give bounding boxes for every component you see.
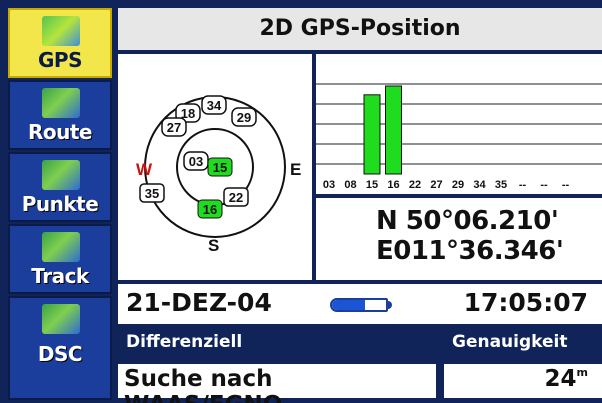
- signal-bar-15: [363, 94, 381, 175]
- signal-label: 35: [495, 179, 507, 191]
- satellite-34: 34: [201, 95, 227, 115]
- signal-label: 03: [323, 179, 335, 191]
- sidebar-item-label: DSC: [37, 342, 83, 366]
- dsc-icon: [42, 304, 80, 334]
- satellite-16: 16: [197, 199, 223, 219]
- signal-bar-16: [385, 85, 402, 175]
- signal-strength-panel: 03 08 15 16 22 27 29 34 35 -- -- --: [316, 54, 602, 194]
- signal-label: 16: [387, 179, 399, 191]
- skyview-plot: E S W 34 29 18 27 03 15 35 22 16: [136, 95, 301, 255]
- east-label: E: [290, 160, 301, 179]
- signal-label: --: [562, 179, 570, 191]
- sidebar-item-gps[interactable]: GPS: [8, 8, 112, 78]
- west-label: W: [136, 160, 153, 179]
- satellite-35: 35: [139, 183, 165, 203]
- route-icon: [42, 88, 80, 118]
- signal-strength-chart: 03 08 15 16 22 27 29 34 35 -- -- --: [316, 83, 602, 191]
- svg-text:35: 35: [145, 186, 159, 201]
- sidebar-item-track[interactable]: Track: [8, 224, 112, 294]
- sidebar-item-punkte[interactable]: Punkte: [8, 152, 112, 222]
- signal-label: 27: [430, 179, 442, 191]
- svg-text:27: 27: [167, 120, 181, 135]
- sidebar-item-label: Track: [31, 264, 89, 288]
- sidebar-item-label: Punkte: [21, 192, 99, 216]
- status-bar: 21-DEZ-04 17:05:07: [118, 284, 602, 324]
- longitude: E011°36.346': [376, 236, 564, 266]
- signal-label: 22: [409, 179, 421, 191]
- svg-text:22: 22: [229, 190, 243, 205]
- waypoints-icon: [42, 160, 80, 190]
- differential-value: Suche nach WAAS/EGNO: [124, 366, 282, 403]
- latitude: N 50°06.210': [376, 206, 559, 236]
- battery-fill: [332, 300, 366, 310]
- track-icon: [42, 232, 80, 262]
- svg-text:03: 03: [189, 154, 203, 169]
- sidebar-item-label: Route: [27, 120, 93, 144]
- main-panel: 2D GPS-Position E S W 34 29 18 27 03 15 …: [118, 8, 602, 403]
- accuracy-field[interactable]: 24m: [444, 364, 602, 398]
- battery-icon: [330, 298, 394, 312]
- position-readout: N 50°06.210' E011°36.346': [316, 198, 602, 280]
- satellite-22: 22: [223, 187, 249, 207]
- title-bar: 2D GPS-Position: [118, 8, 602, 52]
- accuracy-label: Genauigkeit: [452, 332, 568, 352]
- gps-screen: GPS Route Punkte Track DSC 2D GPS-Positi…: [0, 0, 602, 403]
- accuracy-value: 24m: [544, 366, 588, 392]
- page-title: 2D GPS-Position: [259, 16, 461, 41]
- sidebar-item-label: GPS: [38, 48, 82, 72]
- svg-text:15: 15: [213, 160, 227, 175]
- sidebar-item-route[interactable]: Route: [8, 80, 112, 150]
- south-label: S: [208, 236, 219, 255]
- signal-label: 34: [473, 179, 486, 191]
- signal-label: --: [540, 179, 548, 191]
- gps-icon: [42, 16, 80, 46]
- svg-text:34: 34: [207, 98, 222, 113]
- signal-label: 15: [366, 179, 378, 191]
- sidebar: GPS Route Punkte Track DSC: [8, 8, 112, 400]
- satellite-29: 29: [231, 107, 257, 127]
- differential-label: Differenziell: [126, 332, 243, 352]
- satellite-15: 15: [207, 157, 233, 177]
- svg-text:29: 29: [237, 110, 251, 125]
- signal-label: --: [519, 179, 527, 191]
- satellite-skyview: E S W 34 29 18 27 03 15 35 22 16: [118, 54, 312, 280]
- satellite-03: 03: [183, 151, 209, 171]
- time: 17:05:07: [463, 288, 588, 317]
- signal-label: 29: [452, 179, 464, 191]
- date: 21-DEZ-04: [126, 288, 272, 317]
- satellite-27: 27: [161, 117, 187, 137]
- svg-text:16: 16: [203, 202, 217, 217]
- differential-field[interactable]: Suche nach WAAS/EGNO: [118, 364, 436, 403]
- signal-label: 08: [344, 179, 356, 191]
- sidebar-item-dsc[interactable]: DSC: [8, 296, 112, 400]
